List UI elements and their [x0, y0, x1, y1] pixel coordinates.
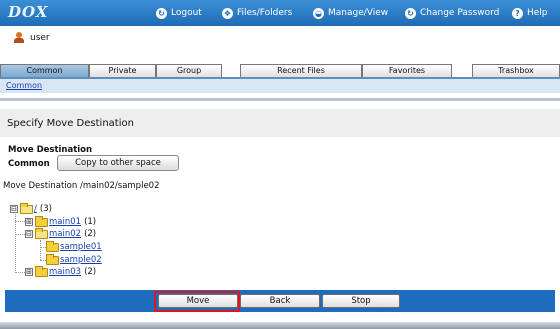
stop-button[interactable]: Stop [322, 294, 400, 308]
expand-icon[interactable]: ⊞ [25, 218, 33, 226]
user-info: user [14, 32, 50, 43]
action-bar: Move Back Stop [5, 290, 555, 312]
tree-node-root[interactable]: ⊟ / (3) [10, 202, 52, 215]
collapse-icon[interactable]: ⊟ [10, 205, 18, 213]
tree-node-main01[interactable]: ⊞ main01 (1) [25, 215, 97, 228]
app-logo: DOX [8, 3, 49, 21]
folder-icon [35, 215, 48, 227]
destination-path: /main02/sample02 [79, 181, 160, 191]
tree-node-label[interactable]: main01 [49, 217, 81, 227]
tree-node-main02[interactable]: ⊟ main02 (2) [25, 227, 97, 240]
tree-node-label[interactable]: main02 [49, 229, 81, 239]
folder-icon [35, 265, 48, 277]
folder-open-icon [20, 202, 33, 214]
collapse-icon[interactable]: ⊟ [25, 230, 33, 238]
manage-view-label: Manage/View [328, 8, 389, 18]
tree-node-sample02[interactable]: sample02 [46, 253, 102, 266]
divider [0, 98, 560, 101]
change-password-label: Change Password [420, 8, 500, 18]
tree-node-label[interactable]: main03 [49, 267, 81, 277]
space-label: Common [8, 159, 50, 169]
tree-node-main03[interactable]: ⊞ main03 (2) [25, 265, 97, 278]
tree-node-count: (1) [84, 217, 97, 227]
move-destination-title: Move Destination [8, 145, 93, 155]
tree-node-label[interactable]: sample02 [60, 255, 102, 265]
manage-icon: ◒ [313, 7, 324, 19]
folder-open-icon [35, 227, 48, 239]
files-folders-link[interactable]: ❖ Files/Folders [222, 6, 292, 20]
folder-icon [46, 253, 59, 265]
section-header: Specify Move Destination [0, 109, 560, 137]
change-password-link[interactable]: ↻ Change Password [405, 6, 499, 20]
user-avatar-icon [14, 32, 24, 43]
help-link[interactable]: ? Help [512, 6, 548, 20]
manage-view-link[interactable]: ◒ Manage/View [313, 6, 388, 20]
tree-connector [40, 240, 41, 260]
password-icon: ↻ [405, 7, 416, 19]
tree-node-count: (2) [84, 267, 97, 277]
tab-recent-files[interactable]: Recent Files [240, 64, 362, 77]
expand-icon[interactable]: ⊞ [25, 268, 33, 276]
help-icon: ? [512, 7, 523, 19]
files-icon: ❖ [222, 7, 233, 19]
tree-connector [15, 272, 25, 273]
logout-link[interactable]: ↻ Logout [156, 6, 202, 20]
tree-connector [15, 234, 25, 235]
tree-node-label[interactable]: / [34, 204, 37, 214]
tab-private[interactable]: Private [89, 64, 156, 77]
help-label: Help [527, 8, 548, 18]
tree-node-label[interactable]: sample01 [60, 242, 102, 252]
user-name: user [30, 32, 50, 43]
tab-common[interactable]: Common [0, 64, 89, 77]
tree-node-count: (3) [39, 204, 52, 214]
page-title: Specify Move Destination [7, 118, 134, 129]
copy-to-other-space-button[interactable]: Copy to other space [57, 155, 179, 171]
tree-node-sample01[interactable]: sample01 [46, 240, 102, 253]
destination-path-line: Move Destination /main02/sample02 [3, 181, 160, 191]
tab-favorites[interactable]: Favorites [362, 64, 452, 77]
move-button-highlight [154, 291, 240, 312]
logout-icon: ↻ [156, 7, 167, 19]
breadcrumb-common[interactable]: Common [6, 81, 42, 90]
back-button[interactable]: Back [240, 294, 320, 308]
logout-label: Logout [171, 8, 202, 18]
tab-group[interactable]: Group [156, 64, 222, 77]
tree-connector [15, 221, 25, 222]
breadcrumb: Common [0, 79, 560, 93]
destination-label: Move Destination [3, 181, 78, 191]
files-folders-label: Files/Folders [237, 8, 293, 18]
tab-trashbox[interactable]: Trashbox [472, 64, 560, 77]
top-nav-bar: DOX ↻ Logout ❖ Files/Folders ◒ Manage/Vi… [0, 0, 560, 26]
tree-node-count: (2) [84, 229, 97, 239]
folder-icon [46, 240, 59, 252]
bottom-strip [0, 322, 560, 329]
